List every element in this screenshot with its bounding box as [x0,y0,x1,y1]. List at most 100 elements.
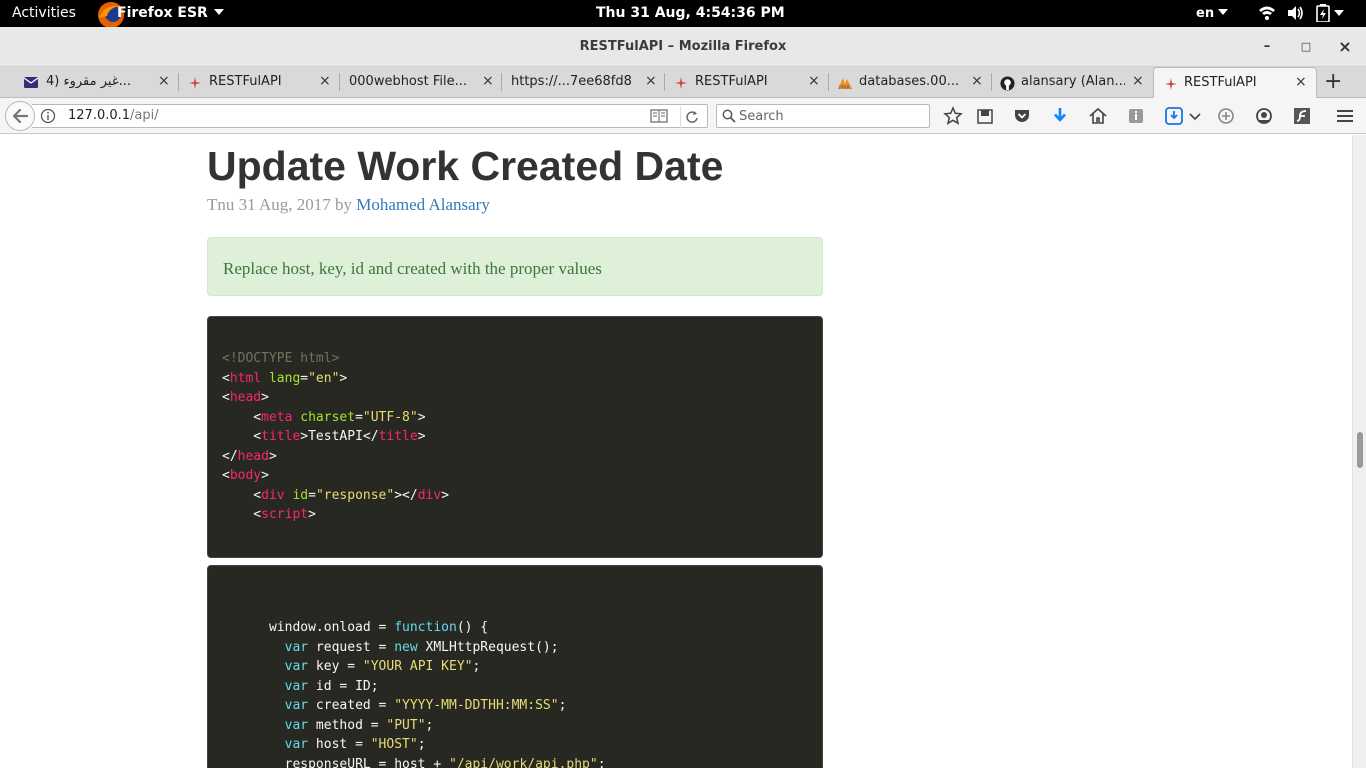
code-token: window.onload = [268,620,395,635]
alert-text: Replace host, key, id and created with t… [223,259,602,278]
tab-separator [178,73,179,91]
tab-restfulapi-2[interactable]: RESTFulAPI × [664,67,828,98]
restful-favicon-icon [1164,77,1178,91]
tab-label: RESTFulAPI [209,74,282,89]
tab-label: https://...7ee68fd8 [511,74,632,89]
battery-icon[interactable] [1316,4,1330,23]
tab-github[interactable]: alansary (Alan... × [991,67,1153,98]
tab-label: alansary (Alan... [1021,74,1125,89]
post-by: by [334,195,352,214]
search-input[interactable] [739,107,924,125]
tab-restfulapi-active[interactable]: RESTFulAPI × [1153,67,1317,99]
bookmark-star-icon[interactable] [943,106,963,126]
hamburger-menu-icon[interactable] [1335,106,1355,126]
bookmarks-menu-icon[interactable] [975,106,995,126]
code-token: ; [417,737,426,752]
post-date: Tnu 31 Aug, 2017 [207,195,331,214]
search-icon [722,109,736,123]
system-menu-caret-icon[interactable] [1334,10,1344,16]
home-icon[interactable] [1088,106,1108,126]
tab-close-icon[interactable]: × [971,73,983,89]
clock[interactable]: Thu 31 Aug, 4:54:36 PM [596,5,785,21]
code-html: <!DOCTYPE html> <html lang="en"> <head> … [222,351,450,522]
tab-mail[interactable]: 4) غير مقروء... × [0,67,178,98]
page-title: Update Work Created Date [207,143,724,189]
code-token: var [284,698,309,713]
author-link[interactable]: Mohamed Alansary [356,195,490,214]
code-token: lang [268,370,301,386]
app-menu-label: Firefox ESR [117,5,208,21]
tab-close-icon[interactable]: × [645,73,657,89]
input-language-label: en [1196,6,1215,21]
back-button[interactable] [5,101,35,131]
app-menu[interactable]: Firefox ESR [117,5,224,21]
back-arrow-icon [12,108,29,124]
activities-button[interactable]: Activities [12,5,76,21]
code-token: var [284,678,309,694]
code-token: script [261,507,309,522]
chevron-down-icon[interactable] [1188,106,1208,126]
gnome-top-bar: Activities Firefox ESR Thu 31 Aug, 4:54:… [0,0,1366,27]
tab-close-icon[interactable]: × [319,73,331,89]
window-title: RESTFulAPI – Mozilla Firefox [579,39,787,54]
svg-text:PMA: PMA [839,85,850,90]
code-token: body [229,468,262,483]
tab-close-icon[interactable]: × [158,73,170,89]
code-token: div [417,487,442,503]
info-extension-icon[interactable] [1126,106,1146,126]
post-meta: Tnu 31 Aug, 2017 by Mohamed Alansary [207,195,490,215]
tab-strip: 4) غير مقروء... × RESTFulAPI × 000webhos… [0,67,1366,99]
code-token: charset [300,409,356,425]
close-window-button[interactable]: × [1335,37,1355,57]
reader-view-icon[interactable] [650,109,668,123]
tab-000webhost[interactable]: 000webhost File... × [339,67,501,98]
url-bar[interactable]: 127.0.0.1/api/ [32,104,708,128]
code-token: <!DOCTYPE html> [222,351,340,366]
code-token: "en" [308,370,340,386]
phpmyadmin-icon: PMA [837,76,852,91]
maximize-button[interactable]: □ [1296,37,1316,57]
reload-icon[interactable] [680,106,702,128]
download-icon[interactable] [1050,106,1070,126]
proxy-extension-icon[interactable] [1216,106,1236,126]
minimize-button[interactable]: – [1257,37,1277,57]
tab-close-icon[interactable]: × [1295,74,1307,90]
scrollbar-thumb[interactable] [1357,432,1363,468]
tab-separator [991,73,992,91]
code-token: key = [308,659,363,674]
search-bar[interactable] [716,104,930,128]
navigation-toolbar: 127.0.0.1/api/ [0,98,1366,134]
caret-down-icon [213,9,224,15]
tab-databases[interactable]: PMA databases.00... × [828,67,991,98]
download-manager-icon[interactable] [1164,106,1184,126]
url-host: 127.0.0.1 [68,108,131,123]
code-token: "/api/work/api.php" [449,756,598,768]
code-js: window.onload = function() { var request… [222,618,606,768]
tab-close-icon[interactable]: × [808,73,820,89]
code-block-html: <!DOCTYPE html> <html lang="en"> <head> … [207,316,823,558]
privacy-extension-icon[interactable] [1254,106,1274,126]
flash-extension-icon[interactable] [1292,106,1312,126]
code-token: () { [456,620,489,635]
volume-icon[interactable] [1286,4,1304,22]
code-token: var [284,659,309,674]
tab-label: 4) غير مقروء... [46,74,132,89]
tab-restfulapi[interactable]: RESTFulAPI × [178,67,339,98]
pocket-icon[interactable] [1012,106,1032,126]
code-token: id = ID; [308,678,379,694]
wifi-icon[interactable] [1258,4,1276,22]
tab-close-icon[interactable]: × [1132,73,1144,89]
code-token: created = [308,698,395,713]
site-info-icon[interactable] [40,108,56,124]
new-tab-button[interactable]: + [1324,69,1342,94]
page-content: Update Work Created Date Tnu 31 Aug, 201… [0,135,1352,768]
tab-https[interactable]: https://...7ee68fd8 × [501,67,664,98]
tab-close-icon[interactable]: × [482,73,494,89]
code-token: var [284,737,309,752]
input-language-menu[interactable]: en [1196,6,1229,21]
page-scrollbar[interactable] [1352,135,1366,768]
code-token: ; [472,659,481,674]
tab-separator [339,73,340,91]
tab-separator [664,73,665,91]
code-token: "YYYY-MM-DDTHH:MM:SS" [394,698,559,713]
